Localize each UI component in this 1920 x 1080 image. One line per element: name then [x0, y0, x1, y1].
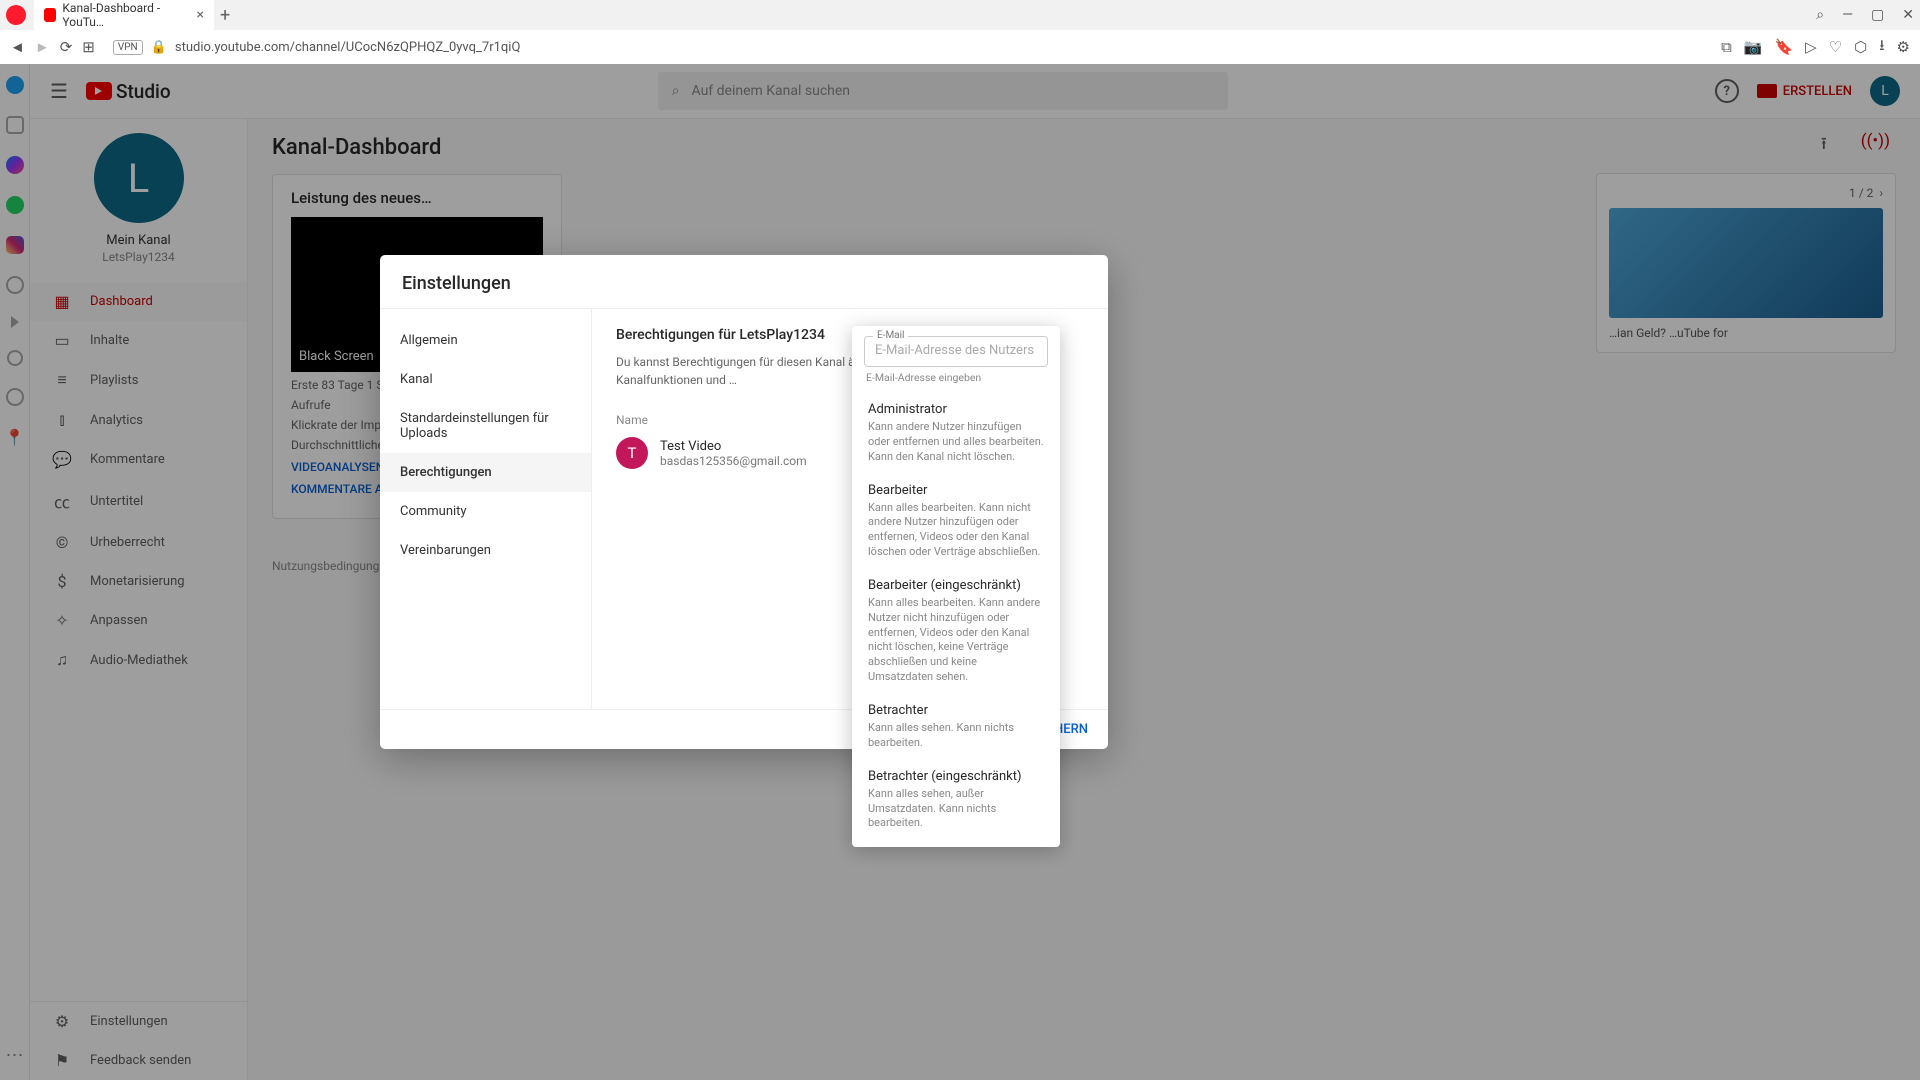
role-title: Bearbeiter (eingeschränkt) — [868, 578, 1044, 593]
role-description: Kann andere Nutzer hinzufügen oder entfe… — [868, 420, 1044, 465]
invite-popover: E-Mail E-Mail-Adresse des Nutzers E-Mail… — [852, 326, 1060, 847]
settings-tab-berechtigungen[interactable]: Berechtigungen — [380, 453, 591, 492]
maximize-icon[interactable]: ▢ — [1871, 7, 1884, 23]
browser-chrome: Kanal-Dashboard - YouTu… × + ⌕ — ▢ ✕ ◄ ►… — [0, 0, 1920, 65]
role-title: Betrachter — [868, 703, 1044, 718]
role-title: Administrator — [868, 402, 1044, 417]
email-placeholder: E-Mail-Adresse des Nutzers — [875, 343, 1037, 358]
cube-icon[interactable]: ⬡ — [1854, 38, 1867, 56]
email-label: E-Mail — [873, 330, 908, 341]
opera-logo-icon[interactable] — [6, 5, 26, 25]
lock-icon[interactable]: 🔒 — [151, 40, 167, 55]
send-icon[interactable]: ▷ — [1805, 38, 1817, 56]
minimize-icon[interactable]: — — [1842, 7, 1853, 23]
role-description: Kann alles bearbeiten. Kann andere Nutze… — [868, 596, 1044, 685]
forward-icon[interactable]: ► — [35, 38, 50, 56]
settings-tab-community[interactable]: Community — [380, 492, 591, 531]
role-description: Kann alles sehen, außer Umsatzdaten. Kan… — [868, 787, 1044, 832]
role-option-bearbeiter-eingeschr-nkt-[interactable]: Bearbeiter (eingeschränkt) Kann alles bea… — [852, 570, 1060, 695]
role-title: Betrachter (eingeschränkt) — [868, 769, 1044, 784]
back-icon[interactable]: ◄ — [10, 38, 25, 56]
snapshot-icon[interactable]: ⧉ — [1721, 38, 1732, 56]
modal-nav: AllgemeinKanalStandardeinstellungen für … — [380, 309, 592, 709]
youtube-favicon-icon — [44, 8, 56, 22]
role-option-betrachter-eingeschr-nkt-[interactable]: Betrachter (eingeschränkt) Kann alles seh… — [852, 761, 1060, 842]
search-glass-icon[interactable]: ⌕ — [1816, 7, 1824, 23]
bookmark-icon[interactable]: 🔖 — [1774, 38, 1793, 56]
camera-icon[interactable]: 📷 — [1744, 38, 1763, 56]
new-tab-button[interactable]: + — [220, 5, 230, 26]
close-window-icon[interactable]: ✕ — [1902, 7, 1914, 23]
user-email: basdas125356@gmail.com — [660, 454, 807, 468]
role-title: Bearbeiter — [868, 483, 1044, 498]
email-hint: E-Mail-Adresse eingeben — [866, 371, 1046, 384]
url-text[interactable]: studio.youtube.com/channel/UCocN6zQPHQZ_… — [175, 40, 521, 55]
role-description: Kann alles bearbeiten. Kann nicht andere… — [868, 501, 1044, 560]
reload-icon[interactable]: ⟳ — [60, 38, 73, 56]
download-icon[interactable]: ⭳ — [1879, 35, 1884, 60]
browser-tab[interactable]: Kanal-Dashboard - YouTu… × — [34, 0, 214, 33]
user-avatar: T — [616, 437, 648, 469]
heart-icon[interactable]: ♡ — [1829, 38, 1842, 56]
easy-setup-icon[interactable]: ⚙ — [1897, 38, 1910, 56]
settings-tab-allgemein[interactable]: Allgemein — [380, 321, 591, 360]
role-option-administrator[interactable]: Administrator Kann andere Nutzer hinzufüg… — [852, 394, 1060, 475]
role-option-bearbeiter[interactable]: Bearbeiter Kann alles bearbeiten. Kann ni… — [852, 475, 1060, 570]
modal-title: Einstellungen — [380, 255, 1108, 308]
vpn-badge[interactable]: VPN — [113, 40, 143, 55]
role-description: Kann alles sehen. Kann nichts bearbeiten… — [868, 721, 1044, 751]
close-tab-icon[interactable]: × — [197, 7, 204, 23]
speed-dial-icon[interactable]: ⊞ — [82, 38, 95, 56]
settings-tab-standardeinstellungen-für-uploads[interactable]: Standardeinstellungen für Uploads — [380, 399, 591, 453]
tab-title: Kanal-Dashboard - YouTu… — [62, 1, 188, 29]
email-field[interactable]: E-Mail E-Mail-Adresse des Nutzers — [864, 336, 1048, 367]
role-option-betrachter[interactable]: Betrachter Kann alles sehen. Kann nichts … — [852, 695, 1060, 761]
user-name: Test Video — [660, 439, 807, 454]
settings-tab-kanal[interactable]: Kanal — [380, 360, 591, 399]
settings-tab-vereinbarungen[interactable]: Vereinbarungen — [380, 531, 591, 570]
role-list: Administrator Kann andere Nutzer hinzufüg… — [852, 394, 1060, 841]
